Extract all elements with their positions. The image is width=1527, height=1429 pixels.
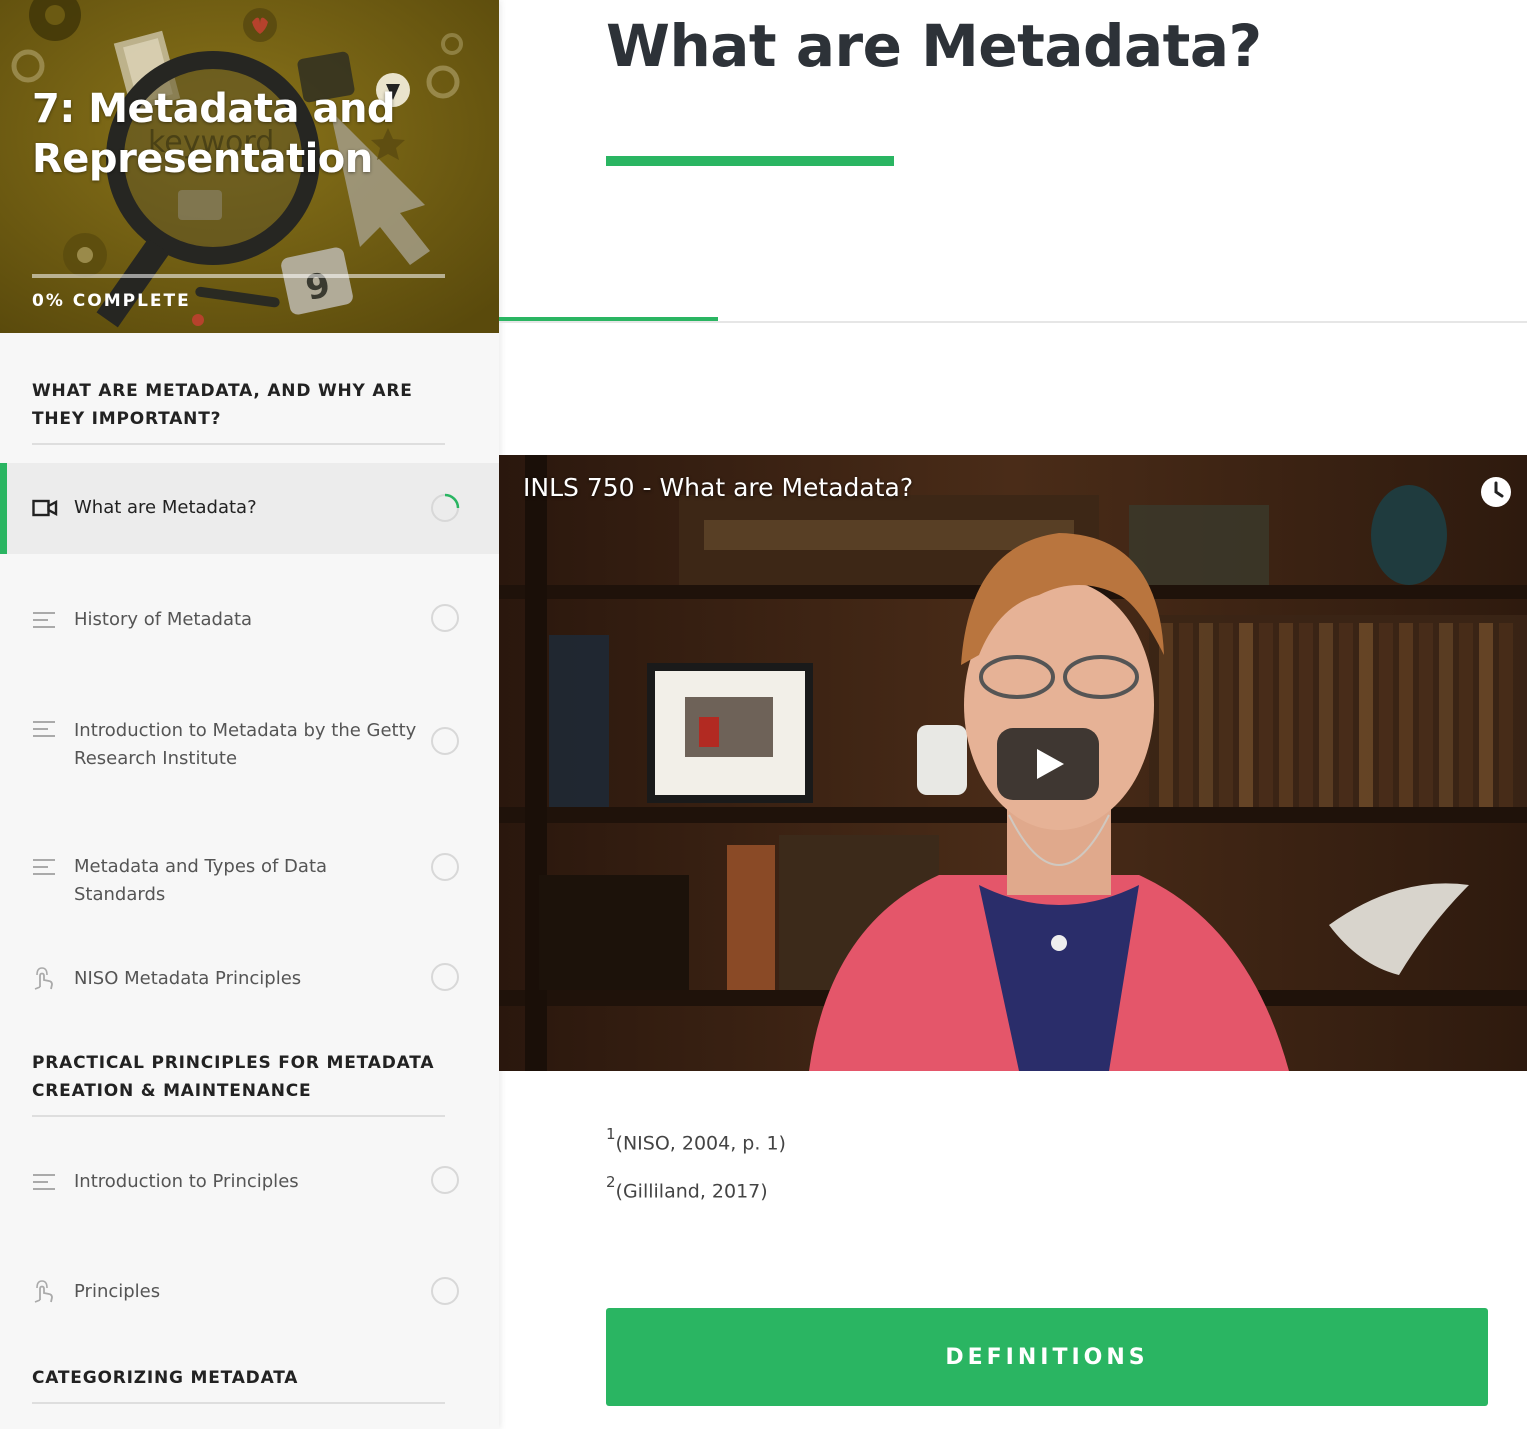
not-started-status-icon — [431, 1277, 459, 1305]
section-heading: PRACTICAL PRINCIPLES FOR METADATA CREATI… — [32, 1049, 445, 1117]
text-lines-icon — [33, 1174, 55, 1190]
next-lesson-button[interactable]: DEFINITIONS — [606, 1308, 1488, 1406]
play-icon — [1037, 749, 1064, 779]
in-progress-status-icon — [431, 493, 460, 522]
lesson-label: Introduction to Metadata by the Getty Re… — [74, 720, 417, 769]
footnote: 2(Gilliland, 2017) — [606, 1173, 768, 1203]
play-button[interactable] — [997, 728, 1099, 800]
lesson-types-of-data-standards[interactable]: Metadata and Types of Data Standards — [0, 822, 499, 913]
footnote-marker: 1 — [606, 1125, 616, 1143]
lesson-label: NISO Metadata Principles — [74, 968, 302, 989]
interactive-hand-icon — [34, 967, 53, 990]
not-started-status-icon — [431, 1166, 459, 1194]
course-sidebar: keyword 9 7: Metadata and Representation… — [0, 0, 499, 1429]
lesson-history-of-metadata[interactable]: History of Metadata — [0, 575, 499, 666]
lesson-label: Introduction to Principles — [74, 1171, 299, 1192]
lesson-what-are-metadata[interactable]: What are Metadata? — [0, 463, 499, 554]
course-title: 7: Metadata and Representation — [32, 86, 396, 182]
lesson-content: What are Metadata? INLS 750 - What are M… — [499, 0, 1527, 1429]
video-player[interactable]: INLS 750 - What are Metadata? — [499, 455, 1527, 1071]
section-divider — [499, 321, 1527, 323]
not-started-status-icon — [431, 727, 459, 755]
not-started-status-icon — [431, 604, 459, 632]
footnote-marker: 2 — [606, 1173, 616, 1191]
lesson-label: What are Metadata? — [74, 497, 257, 518]
lesson-label: Principles — [74, 1281, 161, 1302]
section-heading: WHAT ARE METADATA, AND WHY ARE THEY IMPO… — [32, 377, 445, 445]
text-lines-icon — [33, 721, 55, 737]
lesson-intro-to-principles[interactable]: Introduction to Principles — [0, 1137, 499, 1228]
course-progress-label: 0% COMPLETE — [32, 291, 191, 311]
section-divider-accent — [499, 317, 718, 321]
clock-icon[interactable] — [1479, 475, 1513, 509]
text-lines-icon — [33, 859, 55, 875]
lesson-intro-getty[interactable]: Introduction to Metadata by the Getty Re… — [0, 690, 499, 800]
video-title: INLS 750 - What are Metadata? — [523, 473, 914, 502]
page-title: What are Metadata? — [606, 12, 1262, 80]
footnote-text: (Gilliland, 2017) — [615, 1180, 768, 1203]
footnote: 1(NISO, 2004, p. 1) — [606, 1125, 786, 1155]
title-underline — [606, 156, 894, 166]
video-icon — [32, 499, 58, 517]
course-progress-bar — [32, 274, 445, 278]
text-lines-icon — [33, 612, 55, 628]
section-heading: CATEGORIZING METADATA — [32, 1364, 445, 1404]
active-lesson-indicator — [0, 463, 7, 554]
not-started-status-icon — [431, 963, 459, 991]
course-header: keyword 9 7: Metadata and Representation… — [0, 0, 499, 333]
lesson-label: Metadata and Types of Data Standards — [74, 856, 328, 905]
lesson-niso-principles[interactable]: NISO Metadata Principles — [0, 934, 499, 1025]
interactive-hand-icon — [34, 1280, 53, 1303]
lesson-label: History of Metadata — [74, 609, 253, 630]
footnote-text: (NISO, 2004, p. 1) — [615, 1132, 786, 1155]
not-started-status-icon — [431, 853, 459, 881]
lesson-principles[interactable]: Principles — [0, 1247, 499, 1338]
